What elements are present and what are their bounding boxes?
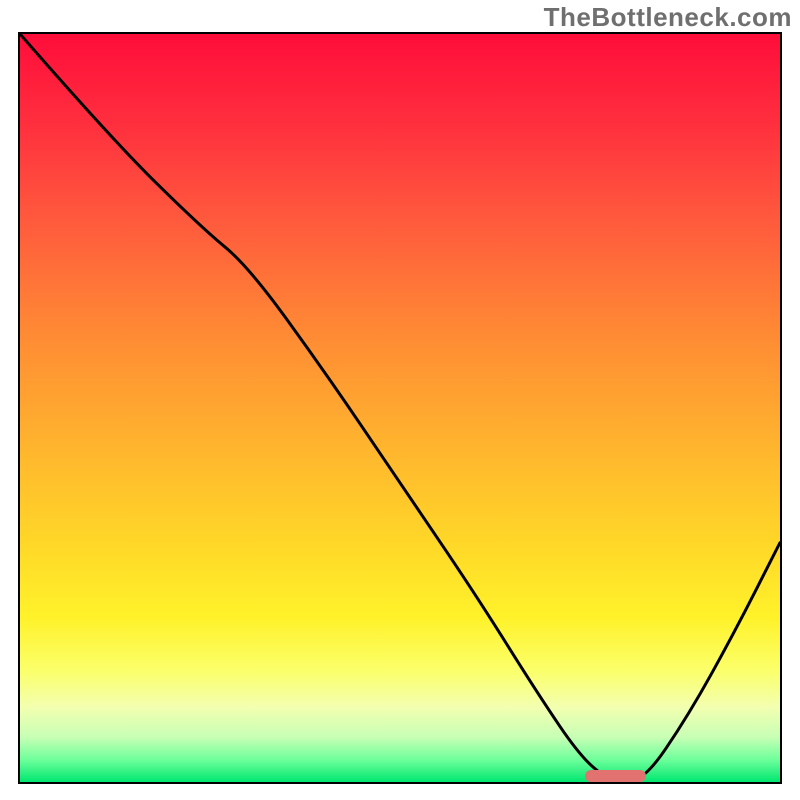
plot-area <box>18 32 782 784</box>
watermark-text: TheBottleneck.com <box>544 2 792 33</box>
bottleneck-curve <box>20 34 780 782</box>
bottleneck-chart: TheBottleneck.com <box>0 0 800 800</box>
optimum-marker <box>585 770 646 782</box>
